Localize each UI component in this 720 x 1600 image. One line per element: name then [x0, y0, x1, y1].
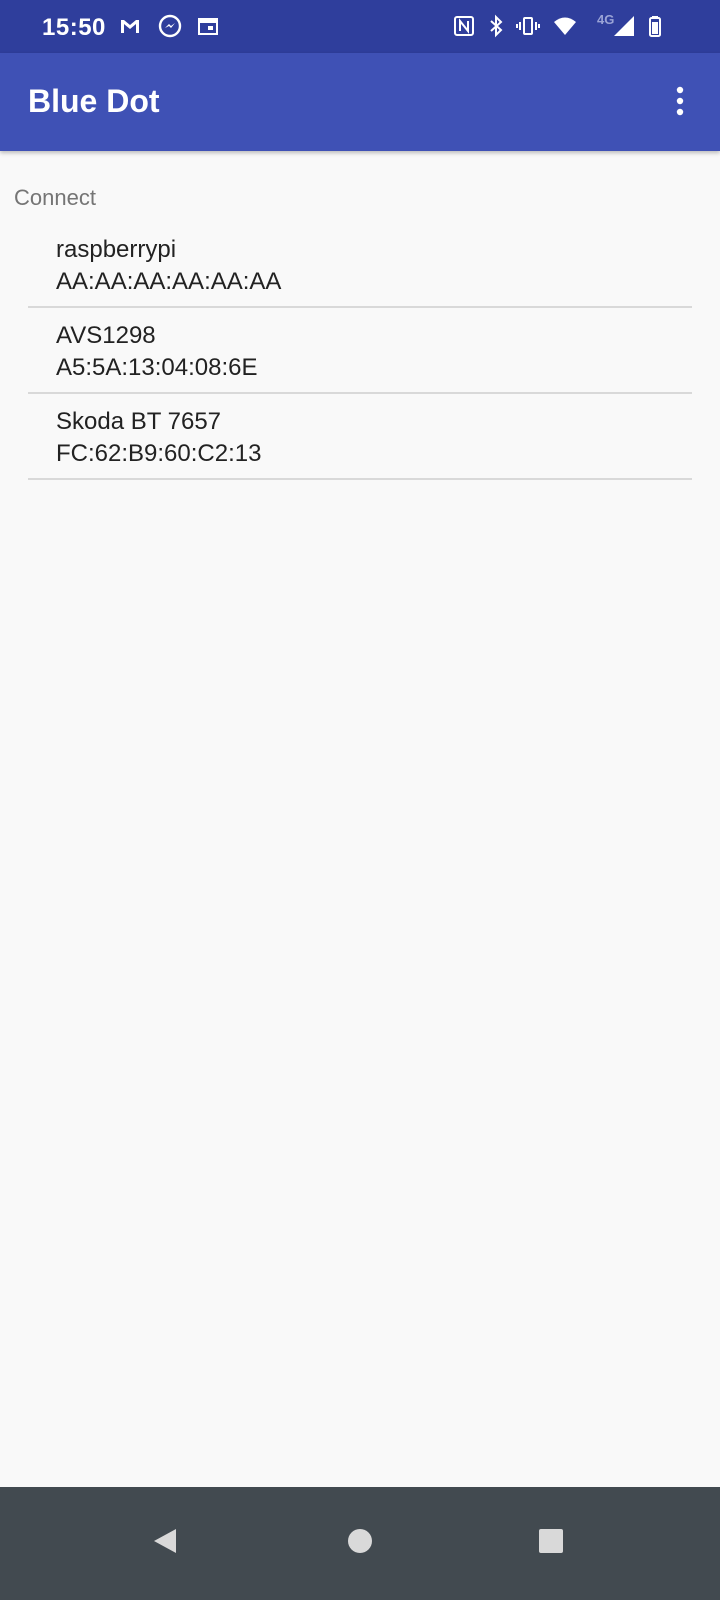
messenger-icon [158, 14, 182, 38]
device-address: A5:5A:13:04:08:6E [56, 354, 258, 381]
vibrate-icon [516, 14, 540, 38]
more-vert-icon [675, 86, 685, 121]
device-address: AA:AA:AA:AA:AA:AA [56, 268, 282, 295]
back-button[interactable] [143, 1521, 187, 1565]
device-list-item[interactable]: raspberrypi AA:AA:AA:AA:AA:AA [28, 222, 692, 308]
section-header-connect: Connect [14, 185, 96, 210]
recents-button[interactable] [529, 1521, 573, 1565]
app-bar: Blue Dot [0, 53, 720, 151]
home-icon [347, 1528, 373, 1559]
back-icon [151, 1527, 179, 1560]
device-list-item[interactable]: AVS1298 A5:5A:13:04:08:6E [28, 308, 692, 394]
device-list-item[interactable]: Skoda BT 7657 FC:62:B9:60:C2:13 [28, 394, 692, 480]
bluetooth-icon [484, 14, 508, 38]
status-time: 15:50 [42, 14, 106, 41]
gmail-icon [118, 14, 142, 38]
device-list: raspberrypi AA:AA:AA:AA:AA:AA AVS1298 A5… [28, 222, 692, 480]
device-address: FC:62:B9:60:C2:13 [56, 440, 262, 467]
page-title: Blue Dot [28, 83, 160, 119]
navigation-bar [0, 1487, 720, 1600]
battery-icon [645, 14, 669, 38]
device-name: Skoda BT 7657 [56, 408, 222, 435]
nfc-icon [452, 14, 476, 38]
device-name: AVS1298 [56, 322, 156, 349]
status-bar: 15:50 4G [0, 0, 720, 53]
recents-icon [538, 1528, 564, 1559]
wifi-icon [553, 14, 577, 38]
more-options-button[interactable] [660, 81, 700, 125]
calendar-icon [196, 14, 220, 38]
signal-icon [612, 14, 636, 38]
home-button[interactable] [338, 1521, 382, 1565]
device-name: raspberrypi [56, 236, 177, 263]
